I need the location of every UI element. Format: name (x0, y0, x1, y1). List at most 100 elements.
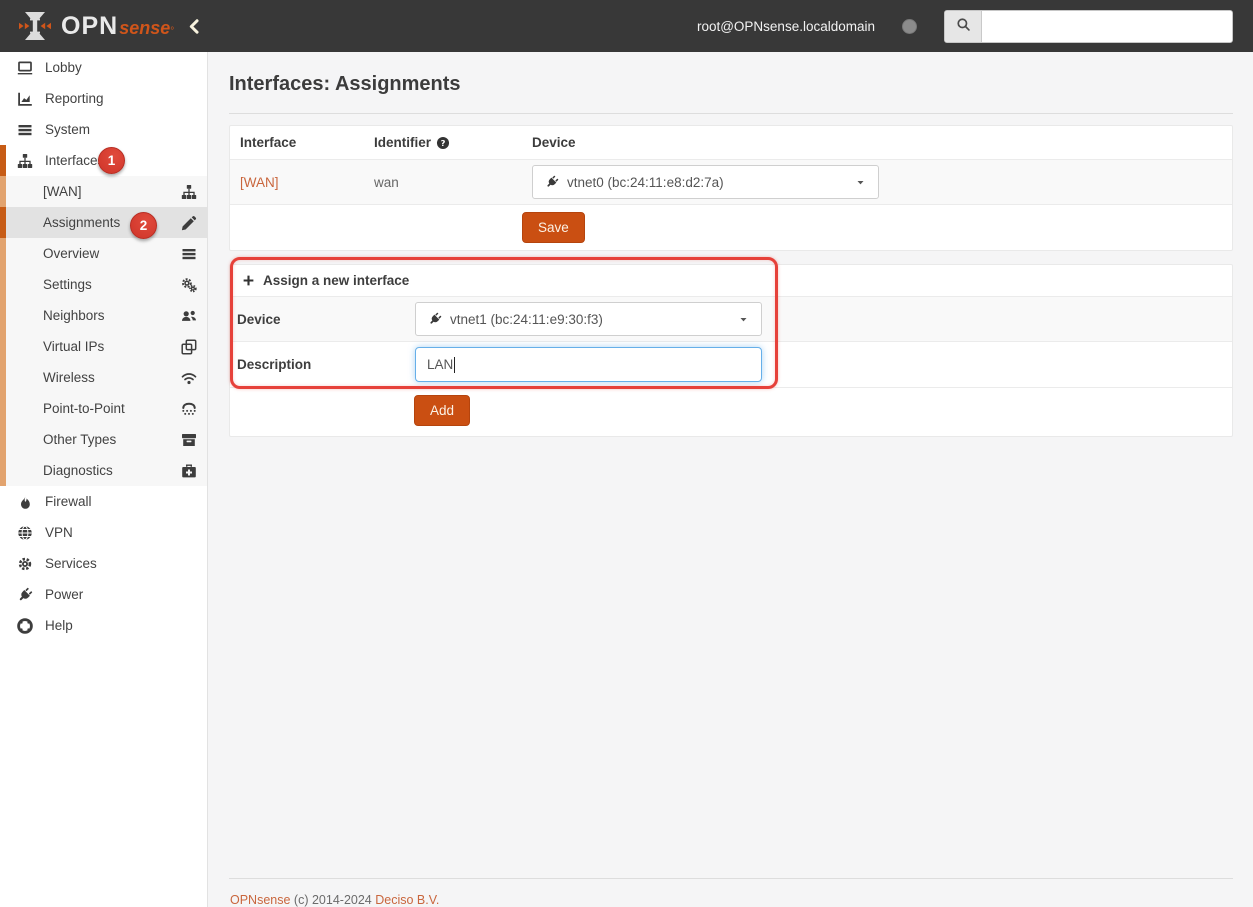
description-row: Description LAN (230, 342, 1232, 388)
sidebar-item-wan[interactable]: [WAN] (0, 176, 207, 207)
main-content: Interfaces: Assignments Interface Identi… (208, 52, 1253, 907)
medkit-icon (181, 463, 197, 479)
title-divider (229, 113, 1233, 114)
global-search (944, 9, 1233, 43)
sidebar-collapse-button[interactable] (186, 13, 212, 39)
opnsense-footer-link[interactable]: OPNsense (230, 893, 290, 907)
desktop-icon (17, 60, 34, 76)
gear-icon (17, 556, 34, 572)
sidebar-item-label: Power (45, 587, 84, 602)
sidebar-item-label: Settings (43, 277, 92, 292)
globe-icon (17, 525, 34, 541)
sidebar-item-virtual-ips[interactable]: Virtual IPs (0, 331, 207, 362)
sidebar-item-label: Help (45, 618, 73, 633)
question-circle-icon[interactable]: ? (436, 136, 450, 150)
search-icon (956, 17, 971, 35)
sidebar-item-overview[interactable]: Overview (0, 238, 207, 269)
sidebar-item-label: Lobby (45, 60, 82, 75)
sidebar-item-label: Assignments (43, 215, 121, 230)
wan-device-value: vtnet0 (bc:24:11:e8:d2:7a) (567, 174, 724, 190)
clone-icon (181, 338, 197, 355)
sidebar-item-neighbors[interactable]: Neighbors (0, 300, 207, 331)
logged-in-user: root@OPNsense.localdomain (696, 18, 875, 34)
device-label: Device (237, 311, 281, 327)
plug-icon (545, 175, 559, 189)
sidebar-item-label: VPN (45, 525, 73, 540)
opnsense-logo[interactable]: OPN sense ° (0, 9, 186, 43)
sidebar-item-label: Overview (43, 246, 100, 261)
sidebar-item-lobby[interactable]: Lobby (0, 52, 207, 83)
sidebar-item-label: Other Types (43, 432, 117, 447)
life-ring-icon (17, 617, 34, 634)
sidebar-item-wireless[interactable]: Wireless (0, 362, 207, 393)
sidebar-item-label: Diagnostics (43, 463, 113, 478)
sidebar-item-system[interactable]: System (0, 114, 207, 145)
sidebar-item-other-types[interactable]: Other Types (0, 424, 207, 455)
save-button[interactable]: Save (522, 212, 585, 243)
description-input[interactable]: LAN (415, 347, 762, 382)
page-title: Interfaces: Assignments (229, 73, 461, 95)
assign-new-interface-header[interactable]: Assign a new interface (230, 265, 421, 296)
deciso-footer-link[interactable]: Deciso B.V. (375, 893, 439, 907)
opnsense-logo-icon (18, 9, 52, 43)
sidebar-item-diagnostics[interactable]: Diagnostics (0, 455, 207, 486)
table-row-wan: [WAN] wan vtnet0 (bc:24:11:e8:d2:7a) (230, 160, 1232, 205)
sidebar-item-services[interactable]: Services (0, 548, 207, 579)
sidebar-item-label: Firewall (45, 494, 92, 509)
new-device-value: vtnet1 (bc:24:11:e9:30:f3) (450, 311, 603, 327)
caret-down-icon (855, 177, 866, 188)
wan-interface-link[interactable]: [WAN] (240, 175, 279, 190)
sidebar-item-firewall[interactable]: Firewall (0, 486, 207, 517)
sidebar-item-assignments[interactable]: Assignments (0, 207, 207, 238)
sidebar-item-point-to-point[interactable]: Point-to-Point (0, 393, 207, 424)
logo-trademark: ° (170, 25, 175, 37)
assignments-panel: Interface Identifier ? Device [WAN] wan … (229, 125, 1233, 251)
col-header-device: Device (532, 135, 576, 150)
sidebar-item-label: Virtual IPs (43, 339, 105, 354)
fire-icon (17, 494, 34, 510)
step-badge-2: 2 (130, 212, 157, 239)
sidebar-item-label: Point-to-Point (43, 401, 125, 416)
pencil-icon (181, 215, 197, 231)
description-label: Description (237, 357, 312, 372)
sidebar-item-power[interactable]: Power (0, 579, 207, 610)
sidebar-item-label: Reporting (45, 91, 104, 106)
sidebar-item-label: Interfaces (45, 153, 105, 168)
sidebar-item-label: Wireless (43, 370, 95, 385)
plug-icon (428, 312, 442, 326)
description-value: LAN (427, 357, 454, 372)
search-addon[interactable] (945, 10, 982, 42)
list-bars-icon (17, 122, 34, 138)
sidebar-item-label: [WAN] (43, 184, 82, 199)
tty-icon (181, 401, 197, 417)
sidebar-item-reporting[interactable]: Reporting (0, 83, 207, 114)
sidebar-item-label: Neighbors (43, 308, 105, 323)
sidebar-item-label: Services (45, 556, 97, 571)
sidebar-item-label: System (45, 122, 91, 137)
top-bar: OPN sense ° root@OPNsense.localdomain (0, 0, 1253, 52)
sitemap-icon (181, 184, 197, 200)
list-bars-icon (181, 246, 197, 262)
col-header-interface: Interface (240, 135, 297, 150)
col-header-identifier: Identifier ? (364, 126, 522, 159)
new-device-row: Device vtnet1 (bc:24:11:e9:30:f3) (230, 297, 1232, 342)
archive-icon (181, 432, 197, 448)
svg-text:?: ? (441, 137, 446, 147)
plus-icon (242, 274, 255, 287)
sidebar-item-help[interactable]: Help (0, 610, 207, 641)
text-cursor (454, 356, 456, 373)
sidebar-item-vpn[interactable]: VPN (0, 517, 207, 548)
wan-identifier: wan (374, 174, 399, 190)
add-button[interactable]: Add (414, 395, 471, 426)
opnsense-page: OPN sense ° root@OPNsense.localdomain Lo… (0, 0, 1253, 907)
logo-main-text: OPN (61, 11, 119, 40)
search-input[interactable] (982, 10, 1232, 42)
new-interface-panel: Assign a new interface Device vtnet1 (bc… (229, 264, 1233, 437)
sidebar-item-settings[interactable]: Settings (0, 269, 207, 300)
users-icon (181, 308, 197, 324)
wan-device-select[interactable]: vtnet0 (bc:24:11:e8:d2:7a) (532, 165, 879, 199)
new-device-select[interactable]: vtnet1 (bc:24:11:e9:30:f3) (415, 302, 762, 336)
chevron-left-icon (186, 19, 203, 38)
assign-new-interface-title: Assign a new interface (263, 273, 410, 288)
opnsense-logo-text: OPN sense ° (61, 12, 174, 41)
